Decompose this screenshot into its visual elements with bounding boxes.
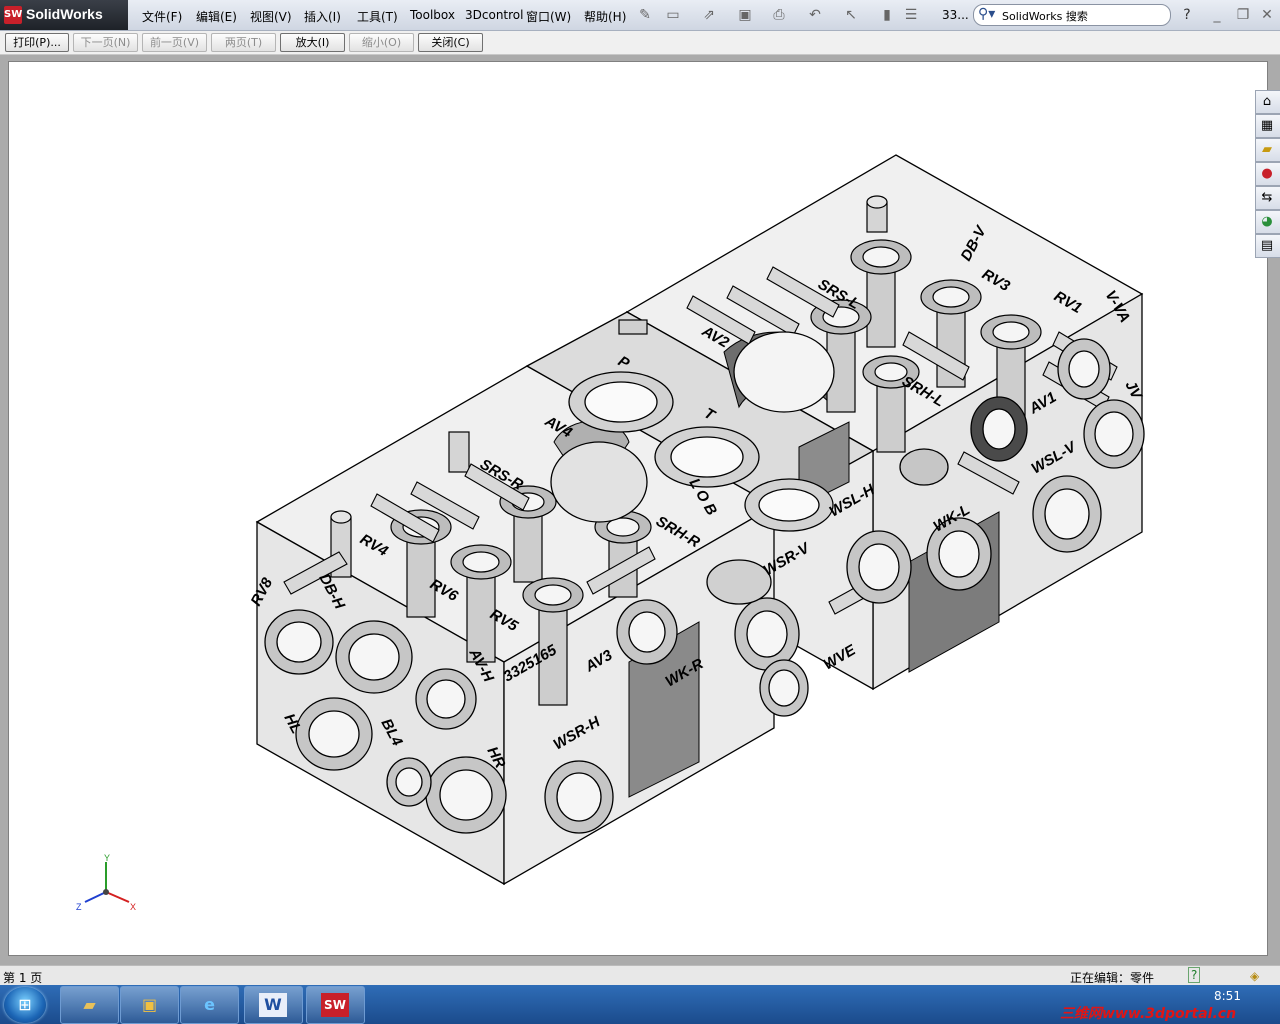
menu-window[interactable]: 窗口(W) [526,8,571,25]
home-icon[interactable]: ⌂ [1255,90,1280,114]
axis-x-label: X [130,902,136,912]
undo-icon[interactable]: ↶ [806,6,824,24]
axis-z-label: Z [76,902,82,912]
editing-status: 正在编辑：零件 [1070,971,1155,985]
page-indicator: 第 1 页 [3,971,43,985]
internet-explorer-icon: e [204,995,215,1014]
menu-view[interactable]: 视图(V) [250,8,292,25]
print-preview-toolbar: 打印(P)... 下一页(N) 前一页(V) 两页(T) 放大(I) 缩小(O)… [0,31,1280,55]
menu-toolbox[interactable]: Toolbox [410,8,455,22]
folder-icon: ▰ [83,995,96,1014]
print-button[interactable]: 打印(P)... [5,33,69,52]
start-button[interactable]: ⊞ [4,987,46,1023]
close-window-icon[interactable]: ✕ [1258,6,1276,24]
minimize-icon[interactable]: _ [1208,6,1226,24]
select-icon[interactable]: ↖ [842,6,860,24]
coordinate-triad: Y X Z [76,853,136,912]
taskbar-explorer[interactable]: ▰ [60,986,119,1024]
solidworks-icon: SW [321,993,349,1017]
menu-3dcontrol[interactable]: 3Dcontrol [465,8,523,22]
windows-logo-icon: ⊞ [18,995,32,1014]
app-name: SolidWorks [26,6,103,22]
search-3d-icon[interactable]: ● [1255,162,1280,186]
help-icon[interactable]: ? [1178,6,1196,24]
custom-properties-icon[interactable]: ▤ [1255,234,1280,258]
menu-help[interactable]: 帮助(H) [584,8,626,25]
taskbar-solidworks[interactable]: SW [306,986,365,1024]
new-document-icon[interactable]: ▭ [664,6,682,24]
tag-icon[interactable]: ◈ [1250,969,1259,983]
taskbar-ie[interactable]: e [180,986,239,1024]
view-palette-icon[interactable]: ⇆ [1255,186,1280,210]
file-explorer-icon[interactable]: ▰ [1255,138,1280,162]
rebuild-icon[interactable]: ▮ [878,6,896,24]
print-icon[interactable]: ⎙ [770,6,788,24]
search-icon: ⚲▾ [978,6,996,22]
prev-page-button[interactable]: 前一页(V) [142,33,207,52]
close-preview-button[interactable]: 关闭(C) [418,33,483,52]
pin-icon[interactable]: ✎ [636,6,654,24]
word-icon: W [259,993,287,1017]
menu-edit[interactable]: 编辑(E) [196,8,237,25]
taskbar-pictures[interactable]: ▣ [120,986,179,1024]
task-pane: ⌂ ▦ ▰ ● ⇆ ◕ ▤ [1255,90,1280,266]
search-input[interactable]: ⚲▾ SolidWorks 搜索 [973,4,1171,26]
axis-y-label: Y [104,853,110,863]
appearances-icon[interactable]: ◕ [1255,210,1280,234]
search-placeholder: SolidWorks 搜索 [1002,10,1088,23]
two-page-button[interactable]: 两页(T) [211,33,276,52]
taskbar-word[interactable]: W [244,986,303,1024]
zoom-out-button[interactable]: 缩小(O) [349,33,414,52]
manifold-block-drawing: P T AV2 AV4 SRS-L SRS-R DB-V RV3 RV1 V-V… [76,154,1146,912]
menu-insert[interactable]: 插入(I) [304,8,341,25]
ds-logo-icon: SW [4,6,22,24]
document-title: 33... [942,8,969,22]
options-icon[interactable]: ☰ [902,6,920,24]
menu-file[interactable]: 文件(F) [142,8,182,25]
status-bar: 第 1 页 正在编辑：零件 ? ◈ [0,965,1280,986]
preview-page: P T AV2 AV4 SRS-L SRS-R DB-V RV3 RV1 V-V… [8,61,1268,956]
next-page-button[interactable]: 下一页(N) [73,33,138,52]
menu-tools[interactable]: 工具(T) [357,8,398,25]
clock[interactable]: 8:51 [1214,989,1241,1003]
preview-area: P T AV2 AV4 SRS-L SRS-R DB-V RV3 RV1 V-V… [0,55,1280,965]
design-library-icon[interactable]: ▦ [1255,114,1280,138]
picture-icon: ▣ [141,995,158,1014]
save-icon[interactable]: ▣ [736,6,754,24]
restore-icon[interactable]: ❐ [1234,6,1252,24]
zoom-in-button[interactable]: 放大(I) [280,33,345,52]
status-help-icon[interactable]: ? [1188,967,1201,983]
solidworks-logo[interactable]: SW SolidWorks [0,0,128,30]
watermark: 三维网www.3dportal.cn [1060,1006,1237,1022]
menubar: SW SolidWorks 文件(F) 编辑(E) 视图(V) 插入(I) 工具… [0,0,1280,31]
open-icon[interactable]: ⇗ [700,6,718,24]
